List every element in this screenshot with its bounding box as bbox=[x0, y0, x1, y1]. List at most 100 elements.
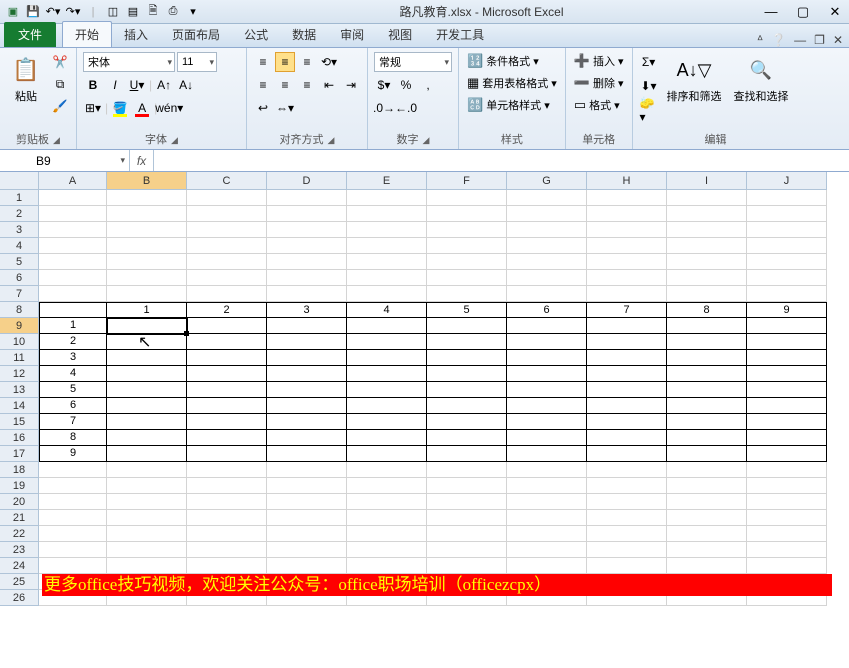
row-header-11[interactable]: 11 bbox=[0, 350, 39, 366]
cell-B16[interactable] bbox=[107, 430, 187, 446]
cell-B20[interactable] bbox=[107, 494, 187, 510]
cell-C21[interactable] bbox=[187, 510, 267, 526]
cell-J20[interactable] bbox=[747, 494, 827, 510]
cell-J13[interactable] bbox=[747, 382, 827, 398]
row-header-20[interactable]: 20 bbox=[0, 494, 39, 510]
cell-A24[interactable] bbox=[39, 558, 107, 574]
cell-C4[interactable] bbox=[187, 238, 267, 254]
cell-I5[interactable] bbox=[667, 254, 747, 270]
cell-C5[interactable] bbox=[187, 254, 267, 270]
cell-A21[interactable] bbox=[39, 510, 107, 526]
percent-icon[interactable]: % bbox=[396, 75, 416, 95]
cell-F23[interactable] bbox=[427, 542, 507, 558]
cell-E1[interactable] bbox=[347, 190, 427, 206]
cell-G12[interactable] bbox=[507, 366, 587, 382]
cell-E4[interactable] bbox=[347, 238, 427, 254]
cell-G7[interactable] bbox=[507, 286, 587, 302]
cell-C10[interactable] bbox=[187, 334, 267, 350]
cell-H2[interactable] bbox=[587, 206, 667, 222]
number-format-combo[interactable]: 常规 bbox=[374, 52, 452, 72]
cell-C3[interactable] bbox=[187, 222, 267, 238]
currency-icon[interactable]: $▾ bbox=[374, 75, 394, 95]
cell-G18[interactable] bbox=[507, 462, 587, 478]
cell-A18[interactable] bbox=[39, 462, 107, 478]
cell-C9[interactable] bbox=[187, 318, 267, 334]
cell-B6[interactable] bbox=[107, 270, 187, 286]
cell-G3[interactable] bbox=[507, 222, 587, 238]
cell-E17[interactable] bbox=[347, 446, 427, 462]
cell-H7[interactable] bbox=[587, 286, 667, 302]
cell-H23[interactable] bbox=[587, 542, 667, 558]
cell-I4[interactable] bbox=[667, 238, 747, 254]
cell-G16[interactable] bbox=[507, 430, 587, 446]
cell-F10[interactable] bbox=[427, 334, 507, 350]
cell-G2[interactable] bbox=[507, 206, 587, 222]
cell-B5[interactable] bbox=[107, 254, 187, 270]
doc-close-icon[interactable]: ✕ bbox=[833, 33, 843, 47]
clipboard-dialog-icon[interactable]: ◢ bbox=[53, 135, 60, 145]
cell-E2[interactable] bbox=[347, 206, 427, 222]
cell-E21[interactable] bbox=[347, 510, 427, 526]
tab-insert[interactable]: 插入 bbox=[112, 22, 160, 47]
cell-A23[interactable] bbox=[39, 542, 107, 558]
copy-icon[interactable]: ⧉ bbox=[50, 74, 70, 94]
merge-button[interactable]: ⇔▾ bbox=[275, 98, 295, 118]
cell-A12[interactable]: 4 bbox=[39, 366, 107, 382]
format-cells-button[interactable]: ▭格式 ▾ bbox=[572, 96, 622, 114]
cell-D8[interactable]: 3 bbox=[267, 302, 347, 318]
cell-C1[interactable] bbox=[187, 190, 267, 206]
cell-B10[interactable] bbox=[107, 334, 187, 350]
cell-H12[interactable] bbox=[587, 366, 667, 382]
cell-B15[interactable] bbox=[107, 414, 187, 430]
cell-I2[interactable] bbox=[667, 206, 747, 222]
cell-G13[interactable] bbox=[507, 382, 587, 398]
cell-H22[interactable] bbox=[587, 526, 667, 542]
cell-D10[interactable] bbox=[267, 334, 347, 350]
cell-H9[interactable] bbox=[587, 318, 667, 334]
cell-G20[interactable] bbox=[507, 494, 587, 510]
cell-I1[interactable] bbox=[667, 190, 747, 206]
paste-button[interactable]: 📋 粘贴 bbox=[6, 52, 46, 106]
cell-B7[interactable] bbox=[107, 286, 187, 302]
save-icon[interactable]: 💾 bbox=[24, 3, 42, 21]
cell-J21[interactable] bbox=[747, 510, 827, 526]
cell-E15[interactable] bbox=[347, 414, 427, 430]
maximize-button[interactable]: ▢ bbox=[793, 4, 813, 20]
cell-J9[interactable] bbox=[747, 318, 827, 334]
cell-J4[interactable] bbox=[747, 238, 827, 254]
cell-D24[interactable] bbox=[267, 558, 347, 574]
indent-inc-icon[interactable]: ⇥ bbox=[341, 75, 361, 95]
cell-D2[interactable] bbox=[267, 206, 347, 222]
comma-icon[interactable]: , bbox=[418, 75, 438, 95]
cell-E13[interactable] bbox=[347, 382, 427, 398]
cell-F17[interactable] bbox=[427, 446, 507, 462]
cell-H24[interactable] bbox=[587, 558, 667, 574]
cell-C11[interactable] bbox=[187, 350, 267, 366]
cell-J22[interactable] bbox=[747, 526, 827, 542]
cell-I23[interactable] bbox=[667, 542, 747, 558]
cell-I9[interactable] bbox=[667, 318, 747, 334]
cell-D20[interactable] bbox=[267, 494, 347, 510]
cell-A15[interactable]: 7 bbox=[39, 414, 107, 430]
cell-F15[interactable] bbox=[427, 414, 507, 430]
cell-F13[interactable] bbox=[427, 382, 507, 398]
undo-icon[interactable]: ↶▾ bbox=[44, 3, 62, 21]
cell-H10[interactable] bbox=[587, 334, 667, 350]
table-format-button[interactable]: ▦套用表格格式 ▾ bbox=[465, 74, 559, 92]
font-color-button[interactable]: A bbox=[132, 98, 152, 118]
cell-G10[interactable] bbox=[507, 334, 587, 350]
cell-G5[interactable] bbox=[507, 254, 587, 270]
cell-E23[interactable] bbox=[347, 542, 427, 558]
row-header-24[interactable]: 24 bbox=[0, 558, 39, 574]
cell-A3[interactable] bbox=[39, 222, 107, 238]
cell-J5[interactable] bbox=[747, 254, 827, 270]
cell-E16[interactable] bbox=[347, 430, 427, 446]
format-painter-icon[interactable]: 🖌️ bbox=[50, 96, 70, 116]
cell-E24[interactable] bbox=[347, 558, 427, 574]
name-box[interactable]: B9 bbox=[30, 150, 130, 171]
tab-layout[interactable]: 页面布局 bbox=[160, 22, 232, 47]
cell-I17[interactable] bbox=[667, 446, 747, 462]
cell-B22[interactable] bbox=[107, 526, 187, 542]
select-all-corner[interactable] bbox=[0, 172, 39, 190]
cell-D4[interactable] bbox=[267, 238, 347, 254]
